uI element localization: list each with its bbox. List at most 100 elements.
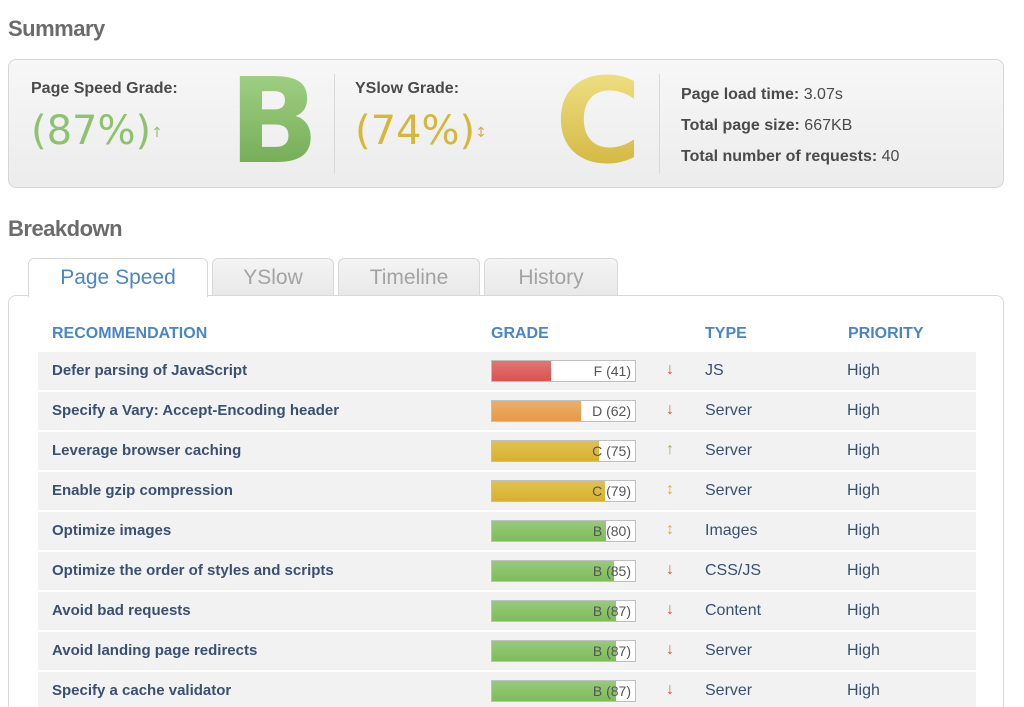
table-row[interactable]: Avoid landing page redirects B (87) ↓ Serve… — [38, 632, 976, 670]
grade-value: B (80) — [592, 523, 631, 539]
grade-bar-fill — [492, 361, 551, 381]
yslow-grade-block: YSlow Grade: (74%)↕ C — [339, 60, 659, 189]
priority-value: High — [847, 642, 880, 659]
type-value: JS — [705, 362, 724, 379]
priority-value: High — [847, 602, 880, 619]
divider — [334, 74, 335, 174]
yslow-grade-label: YSlow Grade: — [355, 80, 460, 97]
priority-value: High — [847, 442, 880, 459]
tab-yslow[interactable]: YSlow — [212, 258, 334, 296]
column-header-type[interactable]: TYPE — [705, 325, 747, 343]
yslow-grade-letter: C — [555, 52, 642, 190]
trend-updown-icon: ↕ — [475, 125, 487, 141]
table-row[interactable]: Leverage browser caching C (75) ↑ Server Hig… — [38, 432, 976, 470]
recommendation-link[interactable]: Defer parsing of JavaScript — [52, 362, 247, 379]
breakdown-title: Breakdown — [8, 216, 123, 241]
trend-up-icon: ↑ — [151, 125, 163, 141]
type-value: Server — [705, 682, 753, 699]
arrow-down-icon: ↓ — [666, 641, 674, 658]
recommendation-link[interactable]: Enable gzip compression — [52, 482, 233, 499]
grade-value: C (79) — [592, 483, 631, 499]
table-row[interactable]: Optimize images B (80) ↕ Images High — [38, 512, 976, 550]
recommendation-link[interactable]: Specify a Vary: Accept-Encoding header — [52, 402, 339, 419]
type-value: CSS/JS — [705, 562, 762, 579]
grade-bar: B (85) — [491, 560, 636, 582]
grade-bar: F (41) — [491, 360, 636, 382]
grade-value: B (87) — [592, 643, 631, 659]
table-row[interactable]: Optimize the order of styles and scripts… — [38, 552, 976, 590]
type-value: Server — [705, 442, 753, 459]
tab-page-speed[interactable]: Page Speed — [28, 258, 208, 297]
grade-bar: D (62) — [491, 400, 636, 422]
grade-bar: B (80) — [491, 520, 636, 542]
arrow-updown-icon: ↕ — [666, 521, 674, 538]
priority-value: High — [847, 482, 880, 499]
table-row[interactable]: Defer parsing of JavaScript F (41) ↓ JS High — [38, 352, 976, 390]
tab-timeline[interactable]: Timeline — [338, 258, 480, 296]
stat-value: 3.07s — [803, 86, 843, 103]
recommendation-link[interactable]: Avoid landing page redirects — [52, 642, 257, 659]
pagespeed-grade-label: Page Speed Grade: — [31, 80, 178, 97]
grade-value: D (62) — [592, 403, 631, 419]
column-header-grade[interactable]: GRADE — [491, 325, 549, 343]
stat-load-time: Page load time: 3.07s — [681, 79, 899, 110]
pagespeed-grade-letter: B — [229, 52, 319, 190]
arrow-down-icon: ↓ — [666, 361, 674, 378]
yslow-grade-percent: (74%)↕ — [355, 108, 487, 154]
stat-requests: Total number of requests: 40 — [681, 141, 899, 172]
recommendation-link[interactable]: Leverage browser caching — [52, 442, 241, 459]
priority-value: High — [847, 522, 880, 539]
stat-value: 667KB — [804, 117, 853, 134]
tab-history[interactable]: History — [484, 258, 618, 296]
stat-label: Total number of requests: — [681, 148, 878, 165]
grade-value: C (75) — [592, 443, 631, 459]
table-row[interactable]: Specify a Vary: Accept-Encoding header D … — [38, 392, 976, 430]
priority-value: High — [847, 682, 880, 699]
arrow-down-icon: ↓ — [666, 601, 674, 618]
grade-value: F (41) — [593, 363, 631, 379]
page-stats: Page load time: 3.07s Total page size: 6… — [681, 79, 899, 172]
stat-value: 40 — [881, 148, 900, 165]
table-row[interactable]: Specify a cache validator B (87) ↓ Server Hi… — [38, 672, 976, 707]
grade-bar: B (87) — [491, 640, 636, 662]
grade-bar-fill — [492, 521, 607, 541]
column-header-priority[interactable]: PRIORITY — [848, 325, 924, 343]
arrow-down-icon: ↓ — [666, 681, 674, 698]
grade-bar: B (87) — [491, 600, 636, 622]
type-value: Server — [705, 482, 753, 499]
stat-label: Page load time: — [681, 86, 800, 103]
grade-bar: C (75) — [491, 440, 636, 462]
pagespeed-grade-block: Page Speed Grade: (87%)↑ B — [9, 60, 339, 189]
summary-panel: Page Speed Grade: (87%)↑ B YSlow Grade: … — [8, 59, 1004, 188]
type-value: Content — [705, 602, 762, 619]
grade-value: B (85) — [592, 563, 631, 579]
divider — [659, 74, 660, 174]
arrow-up-icon: ↑ — [666, 441, 674, 458]
grade-bar: B (87) — [491, 680, 636, 702]
type-value: Server — [705, 402, 753, 419]
grade-bar: C (79) — [491, 480, 636, 502]
table-row[interactable]: Avoid bad requests B (87) ↓ Content High — [38, 592, 976, 630]
priority-value: High — [847, 562, 880, 579]
pagespeed-percent-value: (87%) — [31, 108, 152, 154]
pagespeed-grade-percent: (87%)↑ — [31, 108, 163, 154]
recommendation-link[interactable]: Specify a cache validator — [52, 682, 231, 699]
grade-value: B (87) — [592, 683, 631, 699]
arrow-down-icon: ↓ — [666, 401, 674, 418]
recommendation-link[interactable]: Optimize images — [52, 522, 171, 539]
recommendation-link[interactable]: Avoid bad requests — [52, 602, 191, 619]
type-value: Server — [705, 642, 753, 659]
type-value: Images — [705, 522, 758, 539]
grade-value: B (87) — [592, 603, 631, 619]
grade-bar-fill — [492, 401, 581, 421]
grade-bar-fill — [492, 481, 605, 501]
recommendation-link[interactable]: Optimize the order of styles and scripts — [52, 562, 334, 579]
table-row[interactable]: Enable gzip compression C (79) ↕ Server High — [38, 472, 976, 510]
arrow-updown-icon: ↕ — [666, 481, 674, 498]
priority-value: High — [847, 402, 880, 419]
summary-title: Summary — [8, 16, 105, 41]
yslow-percent-value: (74%) — [355, 108, 476, 154]
stat-label: Total page size: — [681, 117, 800, 134]
column-header-recommendation[interactable]: RECOMMENDATION — [52, 325, 207, 343]
arrow-down-icon: ↓ — [666, 561, 674, 578]
